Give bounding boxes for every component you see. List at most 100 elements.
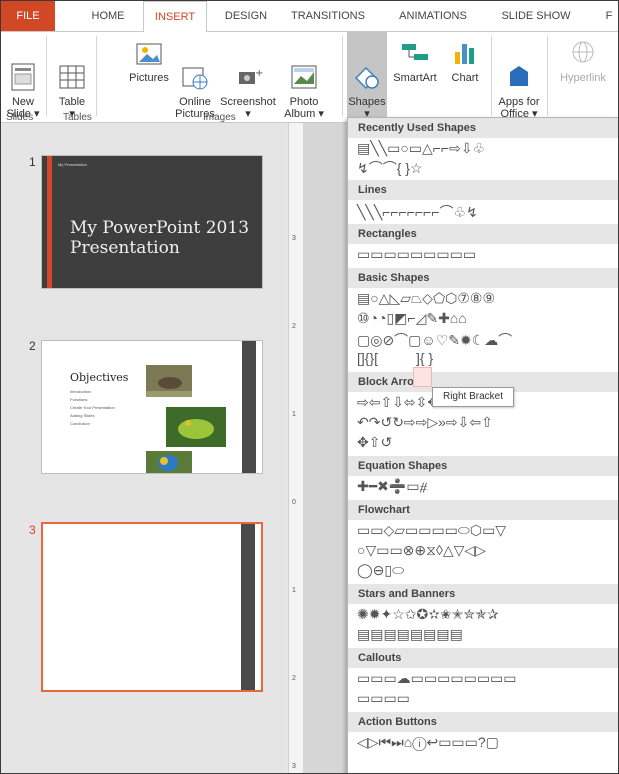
tab-transitions[interactable]: TRANSITIONS [283, 1, 373, 31]
shape-row[interactable]: ✚━✖➗▭⧣ [357, 478, 427, 495]
bullet: Conclusion [70, 421, 90, 426]
shape-row[interactable]: ▭▭◇▱▭▭▭▭⬭⬡▭▽ [357, 522, 506, 539]
right-bracket-shape-hover[interactable] [413, 367, 432, 387]
divider [46, 36, 47, 116]
slide-side-bar [241, 524, 255, 690]
pictures-button[interactable]: Pictures [127, 38, 171, 84]
chart-icon [450, 38, 480, 68]
powerpoint-window: FILE HOME INSERT DESIGN TRANSITIONS ANIM… [0, 0, 619, 774]
bird-image [146, 365, 192, 397]
ruler-number: 2 [292, 675, 296, 682]
frog-image [166, 407, 226, 447]
online-pictures-icon [180, 50, 210, 90]
shape-row[interactable]: ⑩◔◔▯◩⌐◿✎✚⌂⌂ [357, 310, 467, 327]
slide-number: 3 [29, 523, 36, 537]
category-stars-and-banners: Stars and Banners [348, 584, 618, 604]
ruler-number: 3 [292, 763, 296, 770]
shape-row[interactable]: ▭▭▭▭ [357, 690, 410, 707]
slide-header-text: My Presentation [58, 162, 87, 167]
divider [96, 36, 97, 116]
online-pictures-button[interactable]: Online Pictures [175, 38, 215, 120]
category-recently-used: Recently Used Shapes [348, 118, 618, 138]
hyperlink-button[interactable]: Hyperlink [553, 38, 613, 84]
tooltip: Right Bracket [432, 387, 514, 407]
store-icon [504, 50, 534, 86]
shape-row[interactable]: ╲╲╲⌐⌐⌐⌐⌐⌐⌐⌒♧↯ [357, 202, 478, 222]
bullet: Introduction [70, 389, 91, 394]
bullet: Create Your Presentation [70, 405, 115, 410]
chart-button[interactable]: Chart [447, 38, 483, 84]
ribbon-tabs: FILE HOME INSERT DESIGN TRANSITIONS ANIM… [1, 1, 618, 33]
shape-row[interactable]: ↯⌒⌒{ }☆ [357, 158, 423, 178]
photo-album-icon [289, 50, 319, 89]
hyperlink-icon [568, 38, 598, 68]
bullet: Adding Slides [70, 413, 95, 418]
ruler-number: 3 [292, 235, 296, 242]
shape-row[interactable]: ○▽▭▭⊗⊕⧖◊△▽◁▷ [357, 542, 486, 559]
tab-design[interactable]: DESIGN [215, 1, 277, 31]
smartart-icon [400, 38, 430, 68]
category-lines: Lines [348, 180, 618, 200]
slide-title: My PowerPoint 2013 Presentation [70, 218, 250, 258]
group-label-images: Images [203, 112, 236, 123]
category-rectangles: Rectangles [348, 224, 618, 244]
shape-row[interactable]: ✥⇧↺ [357, 434, 392, 451]
slide-thumbnail-2[interactable]: Objectives Introduction Functions Create… [41, 340, 263, 474]
shapes-gallery-dropdown: Recently Used Shapes ▤╲╲▭○▭△⌐⌐⇨⇩♧ ↯⌒⌒{ }… [347, 117, 618, 773]
new-slide-button[interactable]: New Slide ▾ [5, 38, 41, 120]
ruler-number: 1 [292, 587, 296, 594]
shapes-button[interactable]: Shapes ▾ [347, 38, 387, 120]
tab-home[interactable]: HOME [81, 1, 135, 31]
ruler-number: 2 [292, 323, 296, 330]
slide-title: Objectives [70, 371, 129, 384]
divider [547, 36, 548, 116]
pictures-icon [134, 38, 164, 68]
vertical-ruler: 3 2 1 0 1 2 3 [288, 123, 303, 773]
smartart-button[interactable]: SmartArt [391, 38, 439, 84]
shape-row[interactable]: ◁▷⏮⏭⌂ⓘ↩▭▭▭?▢ [357, 734, 499, 751]
screenshot-button[interactable]: + Screenshot ▾ [219, 38, 277, 120]
shape-row[interactable]: []{}[ [357, 350, 378, 366]
shape-row[interactable]: ▤╲╲▭○▭△⌐⌐⇨⇩♧ [357, 140, 485, 157]
tab-slide-show[interactable]: SLIDE SHOW [493, 1, 579, 31]
accent-bar [47, 156, 52, 288]
group-label-slides: Slides [6, 112, 34, 123]
screenshot-icon: + [233, 50, 263, 84]
shape-row[interactable]: ◯⊖▯⬭ [357, 562, 404, 579]
tab-animations[interactable]: ANIMATIONS [391, 1, 475, 31]
shape-row[interactable]: ▤▤▤▤▤▤▤▤ [357, 626, 463, 643]
apps-for-office-button[interactable]: Apps for Office ▾ [495, 38, 543, 120]
photo-album-label: Photo Album ▾ [284, 96, 324, 120]
tab-file[interactable]: FILE [1, 1, 55, 31]
shape-row[interactable]: ▭▭▭☁▭▭▭▭▭▭▭▭ [357, 670, 517, 687]
shape-row[interactable]: ▤○△◺▱⏢◇⬠⬡⑦⑧⑨ [357, 290, 495, 307]
shape-row[interactable]: ]{ } [416, 350, 433, 366]
divider [342, 36, 343, 116]
table-button[interactable]: Table ▾ [53, 38, 91, 120]
photo-album-button[interactable]: Photo Album ▾ [283, 38, 325, 120]
slide-canvas-edge [303, 123, 347, 773]
shape-row[interactable]: ✺✹✦☆✩✪✫✬✭✮✯✰ [357, 606, 499, 623]
new-slide-icon [8, 50, 38, 91]
shape-row[interactable]: ▢◎⊘⌒▢☺♡✎✹☾☁⌒ [357, 330, 512, 350]
ruler-number: 1 [292, 411, 296, 418]
tab-insert[interactable]: INSERT [143, 1, 207, 33]
shape-row[interactable]: ↶↷↺↻⇨⇨▷»⇨⇩⇦⇧ [357, 414, 493, 431]
slide-thumbnail-3-selected[interactable] [41, 522, 263, 692]
slide-number: 2 [29, 339, 36, 353]
ruler-number: 0 [292, 499, 296, 506]
slide-thumbnail-1[interactable]: My Presentation My PowerPoint 2013 Prese… [41, 155, 263, 289]
shape-row[interactable]: ▭▭▭▭▭▭▭▭▭ [357, 246, 476, 263]
tab-truncated[interactable]: F [599, 1, 618, 31]
svg-text:+: + [255, 68, 263, 79]
shapes-icon [352, 50, 382, 90]
parrot-image [146, 451, 192, 473]
divider [491, 36, 492, 116]
pictures-label: Pictures [129, 72, 169, 84]
table-icon [57, 50, 87, 89]
slide-number: 1 [29, 155, 36, 169]
chart-label: Chart [451, 72, 479, 84]
category-action-buttons: Action Buttons [348, 712, 618, 732]
group-label-tables: Tables [63, 112, 92, 123]
category-flowchart: Flowchart [348, 500, 618, 520]
